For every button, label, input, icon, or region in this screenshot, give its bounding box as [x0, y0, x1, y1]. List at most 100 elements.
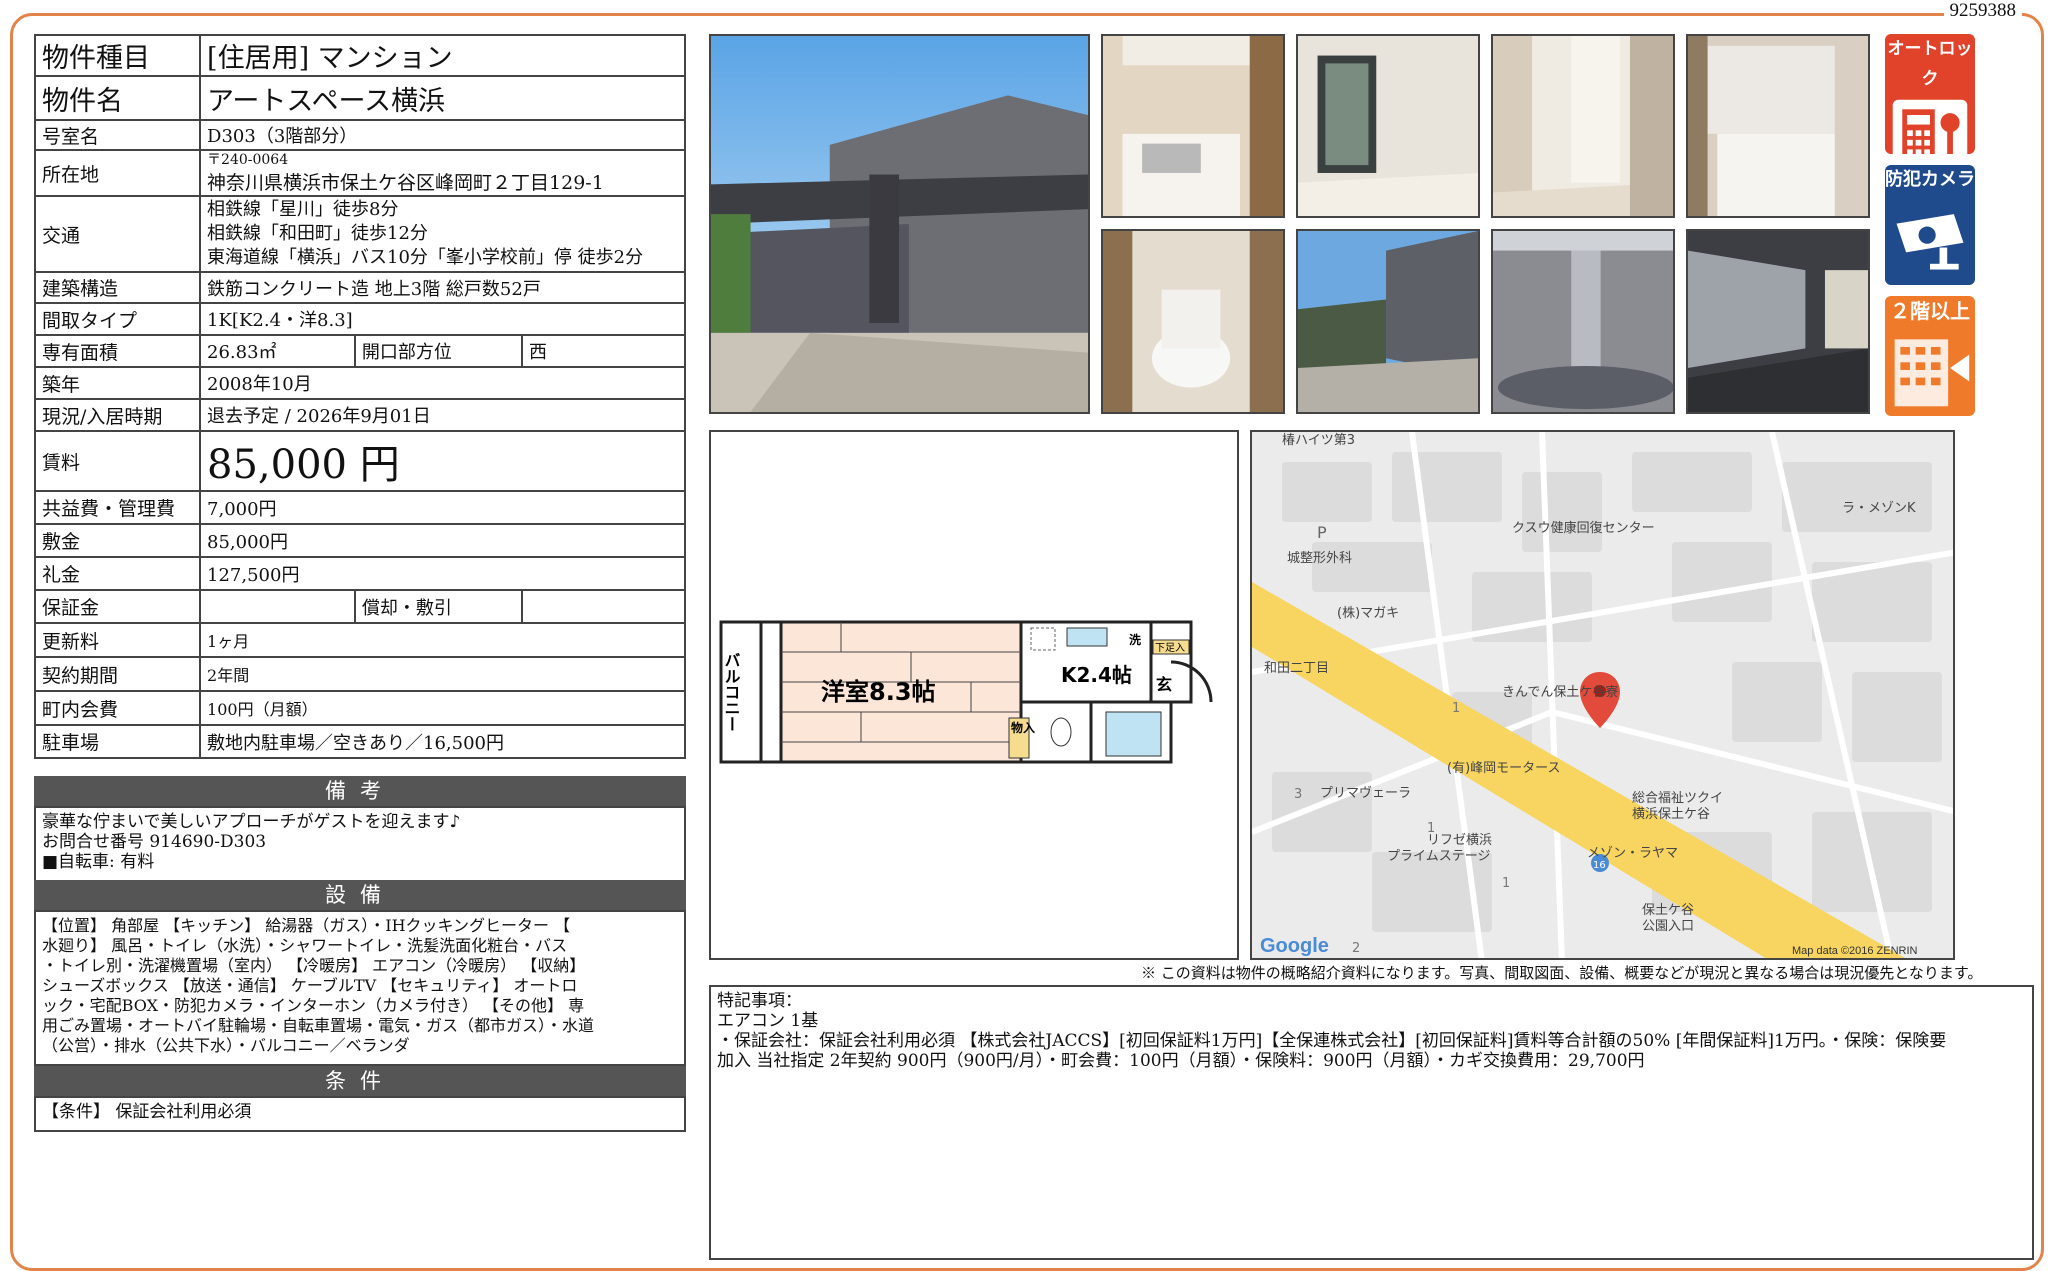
map-label-10: 横浜保土ケ谷 [1632, 807, 1710, 822]
camera-badge: 防犯カメラ [1885, 165, 1975, 285]
conditions-header: 条件 [34, 1066, 686, 1096]
kitchen-label: K2.4帖 [1061, 663, 1132, 687]
shoe-box-label: 下足入 [1155, 642, 1185, 654]
room-photo-1 [1296, 34, 1480, 218]
fee-label: 共益費・管理費 [33, 490, 202, 525]
autolock-badge: オートロック [1885, 34, 1975, 154]
name-label: 物件名 [33, 75, 202, 121]
parking-marker: P [1317, 523, 1327, 542]
washroom-photo [1686, 34, 1870, 218]
floor-plan: バルコニー 洋室8.3帖 K2.4帖 玄 物入 洗 下足入 [709, 430, 1239, 960]
name-value: アートスペース横浜 [199, 75, 686, 121]
map-label-5: 和田二丁目 [1264, 661, 1329, 676]
camera-badge-label: 防犯カメラ [1885, 169, 1975, 190]
entrance-label: 玄 [1156, 675, 1172, 694]
type-label: 物件種目 [33, 34, 202, 77]
google-logo: Google [1260, 935, 1329, 957]
parking-label: 駐車場 [33, 724, 202, 759]
block-number-1b: 1 [1502, 876, 1510, 891]
room-photo-2 [1491, 34, 1675, 218]
map-label-1: クスウ健康回復センター [1512, 520, 1655, 536]
built-value: 2008年10月 [199, 366, 686, 400]
closet-label: 物入 [1011, 720, 1035, 735]
block-number-1c: 1 [1427, 821, 1435, 836]
room-label: 号室名 [33, 119, 202, 151]
security-camera-icon [1896, 214, 1964, 270]
layout-value: 1K[K2.4・洋8.3] [199, 302, 686, 336]
western-room-label: 洋室8.3帖 [821, 678, 936, 706]
amortization-value [520, 589, 687, 624]
conditions-body: 【条件】 保証会社利用必須 [34, 1096, 686, 1132]
term-value: 2年間 [199, 656, 686, 692]
remarks-header: 備考 [34, 776, 686, 806]
deposit-label: 敷金 [33, 523, 202, 558]
exterior-photo-main [709, 34, 1090, 414]
equipment-header: 設備 [34, 880, 686, 910]
traffic-label: 交通 [33, 195, 202, 273]
block-number-1a: 1 [1452, 701, 1460, 716]
address-value: 神奈川県横浜市保土ケ谷区峰岡町２丁目129-1 [207, 171, 604, 194]
status-value: 退去予定 / 2026年9月01日 [199, 398, 686, 432]
autolock-badge-label: オートロック [1887, 39, 1973, 89]
postal-code: 〒240-0064 [207, 151, 289, 168]
town-fee-value: 100円（月額） [199, 690, 686, 726]
wash-label: 洗 [1129, 632, 1141, 647]
floor-plan-drawing: バルコニー 洋室8.3帖 K2.4帖 玄 物入 洗 下足入 [719, 620, 1213, 764]
map-label-6: きんでん保土ケ谷寮 [1502, 684, 1618, 700]
map-label-0: 椿ハイツ第3 [1282, 433, 1355, 448]
disclaimer-note: ※ この資料は物件の概略紹介資料になります。写真、間取図面、設備、概要などが現況… [1141, 964, 1983, 982]
location-map: 椿ハイツ第3 クスウ健康回復センター ラ・メゾンK 城整形外科 (株)マガキ 和… [1250, 430, 1955, 960]
built-label: 築年 [33, 366, 202, 400]
map-label-9: 総合福祉ツクイ [1632, 791, 1723, 806]
type-value: [住居用] マンション [199, 34, 686, 77]
structure-value: 鉄筋コンクリート造 地上3階 総戸数52戸 [199, 271, 686, 304]
traffic-line-2: 相鉄線「和田町」徒歩12分 [207, 223, 428, 244]
address-cell: 〒240-0064 神奈川県横浜市保土ケ谷区峰岡町２丁目129-1 [199, 149, 686, 197]
parking-value: 敷地内駐車場／空きあり／16,500円 [199, 724, 686, 759]
map-label-15: 公園入口 [1642, 919, 1694, 934]
rent-label: 賃料 [33, 430, 202, 492]
amortization-label: 償却・敷引 [353, 589, 523, 624]
map-copyright: Map data ©2016 ZENRIN [1792, 945, 1918, 957]
equipment-body: 【位置】 角部屋 【キッチン】 給湯器（ガス）・IHクッキングヒーター 【 水廻… [34, 910, 686, 1066]
second-floor-badge: ２階以上 [1885, 296, 1975, 416]
deposit-value: 85,000円 [199, 523, 686, 558]
map-label-7: (有)峰岡モータース [1447, 761, 1561, 776]
traffic-cell: 相鉄線「星川」徒歩8分 相鉄線「和田町」徒歩12分 東海道線「横浜」バス10分「… [199, 195, 686, 273]
area-label: 専有面積 [33, 334, 202, 368]
exterior-photo-2 [1296, 229, 1480, 414]
second-floor-badge-label: ２階以上 [1890, 299, 1970, 323]
mailbox-photo [1686, 229, 1870, 414]
map-label-3: 城整形外科 [1287, 551, 1352, 566]
address-label: 所在地 [33, 149, 202, 197]
map-label-2: ラ・メゾンK [1842, 501, 1916, 516]
map-label-12: プライムステージ [1387, 849, 1490, 864]
structure-label: 建築構造 [33, 271, 202, 304]
direction-label: 開口部方位 [353, 334, 523, 368]
guarantee-value [199, 589, 356, 624]
key-money-label: 礼金 [33, 556, 202, 591]
kitchen-photo [1101, 34, 1285, 218]
balcony-label: バルコニー [722, 652, 741, 732]
map-label-8: プリマヴェーラ [1320, 785, 1411, 801]
direction-value: 西 [520, 334, 687, 368]
document-id: 9259388 [1943, 0, 2022, 22]
route-number: 16 [1593, 860, 1606, 871]
map-label-4: (株)マガキ [1337, 606, 1399, 621]
map-drawing: 椿ハイツ第3 クスウ健康回復センター ラ・メゾンK 城整形外科 (株)マガキ 和… [1252, 432, 1953, 958]
fee-value: 7,000円 [199, 490, 686, 525]
special-notes: 特記事項： エアコン 1基 ・保証会社：保証会社利用必須 【株式会社JACCS】… [709, 985, 2034, 1260]
status-label: 現況/入居時期 [33, 398, 202, 432]
rent-value: 85,000 円 [199, 430, 686, 492]
map-label-14: 保土ケ谷 [1642, 903, 1694, 918]
renewal-value: 1ヶ月 [199, 622, 686, 658]
toilet-photo [1101, 229, 1285, 414]
town-fee-label: 町内会費 [33, 690, 202, 726]
map-label-11: リフゼ横浜 [1427, 833, 1492, 848]
traffic-line-1: 相鉄線「星川」徒歩8分 [207, 199, 399, 220]
layout-label: 間取タイプ [33, 302, 202, 336]
renewal-label: 更新料 [33, 622, 202, 658]
block-number-3: 3 [1294, 787, 1302, 802]
traffic-line-3: 東海道線「横浜」バス10分「峯小学校前」停 徒歩2分 [207, 247, 644, 268]
building-icon [1894, 339, 1970, 407]
